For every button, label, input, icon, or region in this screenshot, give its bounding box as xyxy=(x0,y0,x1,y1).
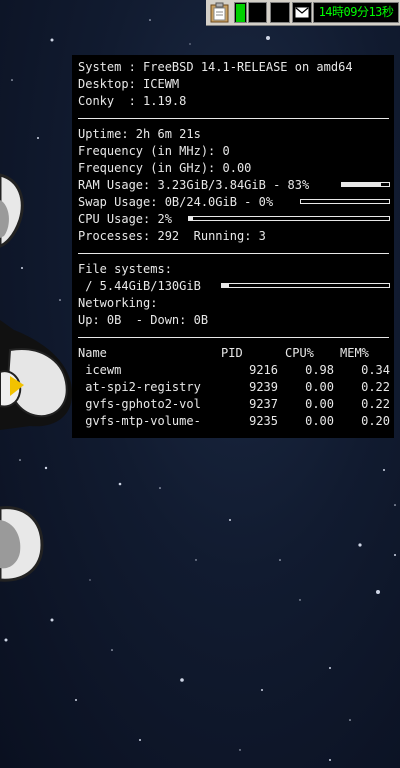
desktop-row: Desktop: ICEWM xyxy=(78,76,389,93)
up-label: Up: xyxy=(78,313,107,327)
divider xyxy=(78,118,389,119)
process-name: icewm xyxy=(78,363,122,377)
divider xyxy=(78,337,389,338)
processes-row: Processes: 292 Running: 3 xyxy=(78,228,389,245)
net-label-row: Networking: xyxy=(78,295,389,312)
process-mem: 0.22 xyxy=(361,397,390,411)
freq-mhz-label: Frequency (in MHz): xyxy=(78,144,223,158)
header-mem: MEM% xyxy=(340,346,369,360)
process-pid: 9235 xyxy=(249,414,278,428)
divider xyxy=(78,253,389,254)
up-value: 0B xyxy=(106,313,122,327)
table-row: icewm 9216 0.98 0.34 xyxy=(78,362,390,379)
cpu-value: 2% xyxy=(157,212,172,226)
swap-row: Swap Usage: 0B/24.0GiB - 0% xyxy=(78,194,390,211)
ram-value: 3.23GiB/3.84GiB - 83% xyxy=(157,178,310,192)
cpu-monitor-icon[interactable] xyxy=(234,2,247,23)
table-row: at-spi2-registry 9239 0.00 0.22 xyxy=(78,379,390,396)
processes-label: Processes: xyxy=(78,229,158,243)
process-mem: 0.22 xyxy=(361,380,390,394)
net-row: Up: 0B - Down: 0B xyxy=(78,312,389,329)
processes-value: 292 xyxy=(157,229,180,243)
uptime-value: 2h 6m 21s xyxy=(135,127,201,141)
process-name: at-spi2-registry xyxy=(78,380,201,394)
process-pid: 9239 xyxy=(249,380,278,394)
networking-label: Networking: xyxy=(78,296,158,310)
table-row: gvfs-gphoto2-vol 9237 0.00 0.22 xyxy=(78,396,390,413)
fs-root-bar-fill xyxy=(222,284,229,287)
process-cpu: 0.00 xyxy=(305,380,334,394)
header-name: Name xyxy=(78,346,107,360)
ram-bar-fill xyxy=(342,183,381,186)
uptime-label: Uptime: xyxy=(78,127,136,141)
fs-root-row: / 5.44GiB/130GiB xyxy=(78,278,390,295)
freq-mhz-value: 0 xyxy=(222,144,230,158)
process-name: gvfs-mtp-volume- xyxy=(78,414,201,428)
process-table-header: Name PID CPU% MEM% xyxy=(78,345,389,362)
clipboard-icon[interactable] xyxy=(208,2,232,23)
mascot-graphic xyxy=(0,173,73,582)
process-mem: 0.20 xyxy=(361,414,390,428)
conky-version: 1.19.8 xyxy=(143,94,187,108)
process-name: gvfs-gphoto2-vol xyxy=(78,397,201,411)
swap-bar xyxy=(300,199,390,204)
header-pid: PID xyxy=(221,346,243,360)
freq-ghz-label: Frequency (in GHz): xyxy=(78,161,223,175)
fs-root-bar xyxy=(221,283,390,288)
freq-mhz-row: Frequency (in MHz): 0 xyxy=(78,143,389,160)
fs-label-row: File systems: xyxy=(78,261,389,278)
down-label: - Down: xyxy=(121,313,194,327)
conky-panel: System : FreeBSD 14.1-RELEASE on amd64 D… xyxy=(72,55,394,438)
cpu-label: CPU Usage: xyxy=(78,212,158,226)
ram-bar xyxy=(341,182,390,187)
uptime-row: Uptime: 2h 6m 21s xyxy=(78,126,389,143)
cpu-row: CPU Usage: 2% xyxy=(78,211,390,228)
cpu-bar xyxy=(188,216,390,221)
conky-label: Conky : xyxy=(78,94,144,108)
down-value: 0B xyxy=(193,313,209,327)
process-mem: 0.34 xyxy=(361,363,390,377)
network-monitor-icon[interactable] xyxy=(270,2,290,23)
mail-icon[interactable] xyxy=(292,2,312,23)
system-row: System : FreeBSD 14.1-RELEASE on amd64 xyxy=(78,59,389,76)
running-value: 3 xyxy=(258,229,266,243)
freq-ghz-value: 0.00 xyxy=(222,161,252,175)
conky-version-row: Conky : 1.19.8 xyxy=(78,93,389,110)
process-cpu: 0.00 xyxy=(305,414,334,428)
header-cpu: CPU% xyxy=(285,346,314,360)
table-row: gvfs-mtp-volume- 9235 0.00 0.20 xyxy=(78,413,390,430)
clock[interactable]: 14時09分13秒 xyxy=(313,2,399,23)
system-label: System : xyxy=(78,60,144,74)
running-label: Running: xyxy=(179,229,259,243)
desktop-label: Desktop: xyxy=(78,77,144,91)
fs-root-value: / 5.44GiB/130GiB xyxy=(78,279,201,293)
process-cpu: 0.98 xyxy=(305,363,334,377)
process-pid: 9216 xyxy=(249,363,278,377)
filesystems-label: File systems: xyxy=(78,262,172,276)
ram-label: RAM Usage: xyxy=(78,178,158,192)
swap-value: 0B/24.0GiB - 0% xyxy=(164,195,274,209)
freq-ghz-row: Frequency (in GHz): 0.00 xyxy=(78,160,389,177)
ram-row: RAM Usage: 3.23GiB/3.84GiB - 83% xyxy=(78,177,390,194)
process-pid: 9237 xyxy=(249,397,278,411)
cpu-bar-fill xyxy=(189,217,193,220)
system-tray: 14時09分13秒 xyxy=(0,0,400,26)
swap-label: Swap Usage: xyxy=(78,195,165,209)
process-cpu: 0.00 xyxy=(305,397,334,411)
desktop-value: ICEWM xyxy=(143,77,180,91)
memory-monitor-icon[interactable] xyxy=(248,2,267,23)
system-value: FreeBSD 14.1-RELEASE on amd64 xyxy=(143,60,353,74)
